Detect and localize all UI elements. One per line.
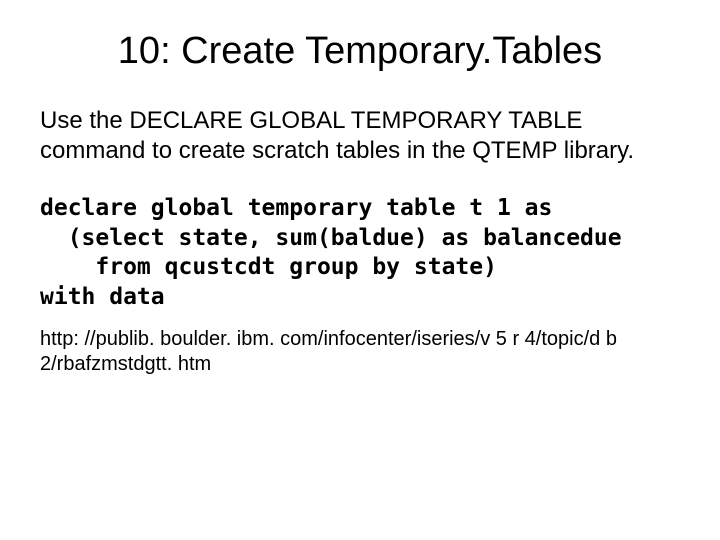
slide-body: Use the DECLARE GLOBAL TEMPORARY TABLE c… xyxy=(40,106,660,166)
reference-url: http: //publib. boulder. ibm. com/infoce… xyxy=(40,327,660,377)
code-block: declare global temporary table t 1 as (s… xyxy=(40,194,680,314)
slide: 10: Create Temporary.Tables Use the DECL… xyxy=(0,0,720,540)
slide-title: 10: Create Temporary.Tables xyxy=(40,30,680,74)
